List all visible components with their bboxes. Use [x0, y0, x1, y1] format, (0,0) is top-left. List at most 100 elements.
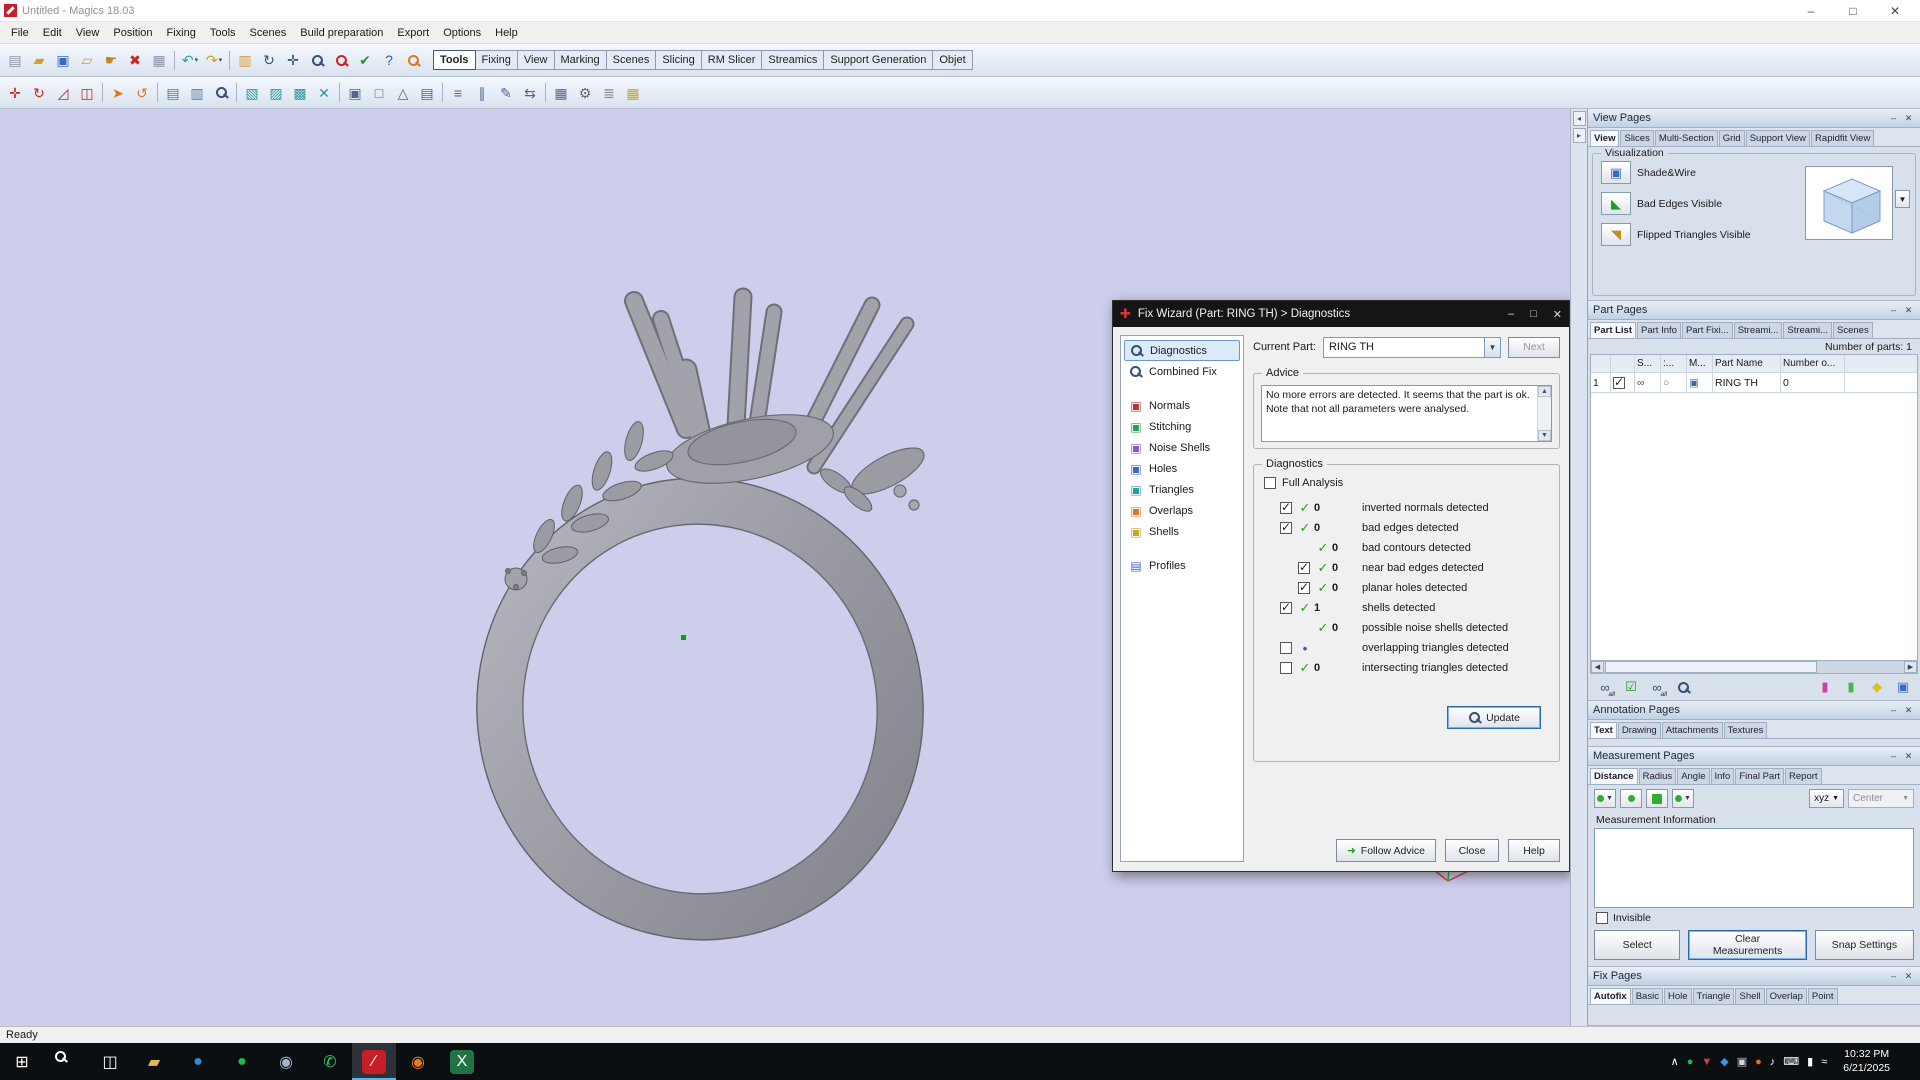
- keyboard-tray-icon[interactable]: ⌨: [1783, 1055, 1799, 1068]
- close-icon[interactable]: ✕: [1902, 971, 1915, 982]
- settings-icon[interactable]: ⚙: [573, 81, 597, 104]
- diagnostic-checkbox[interactable]: [1280, 500, 1292, 514]
- recent-files-icon[interactable]: ▥ ▾: [233, 49, 257, 72]
- menu-item[interactable]: Help: [488, 25, 525, 41]
- ribbon-tab[interactable]: Marking: [554, 50, 607, 70]
- select-parts-icon[interactable]: ☑: [1620, 677, 1642, 697]
- panel-tab[interactable]: Basic: [1631, 988, 1663, 1004]
- panel-tab[interactable]: Report: [1785, 768, 1822, 784]
- remove-part-icon[interactable]: ✖ ▾: [123, 49, 147, 72]
- panel-tab[interactable]: Part List: [1590, 322, 1637, 338]
- copy-part-icon[interactable]: ▤: [161, 81, 185, 104]
- axis-xyz-button[interactable]: xyz ▼: [1809, 789, 1844, 808]
- expand-panel-icon[interactable]: ▸: [1572, 128, 1586, 143]
- ribbon-tab[interactable]: Objet: [933, 50, 973, 70]
- diagnostic-checkbox[interactable]: [1280, 662, 1292, 674]
- update-tray-icon[interactable]: ▼: [1701, 1056, 1712, 1068]
- duplicate-part-icon[interactable]: ▥: [185, 81, 209, 104]
- invisible-checkbox[interactable]: [1596, 912, 1608, 924]
- select-button[interactable]: Select: [1594, 930, 1681, 960]
- diagnostic-checkbox[interactable]: [1298, 560, 1310, 574]
- column-header[interactable]: Part Name: [1713, 355, 1781, 373]
- panel-tab[interactable]: View: [1590, 130, 1620, 146]
- panel-tab[interactable]: Attachments: [1661, 722, 1723, 738]
- pick-part-icon[interactable]: ☛ ▾: [99, 49, 123, 72]
- current-part-select[interactable]: RING TH ▼: [1322, 336, 1501, 358]
- new-part-icon[interactable]: ▤ ▾: [3, 49, 27, 72]
- scroll-down-icon[interactable]: ▼: [1538, 430, 1551, 441]
- wire-mode-icon[interactable]: □: [367, 81, 391, 104]
- update-button[interactable]: Update: [1447, 706, 1541, 729]
- pin-icon[interactable]: –: [1887, 113, 1900, 123]
- menu-item[interactable]: Build preparation: [293, 25, 390, 41]
- section-mode-icon[interactable]: ▤: [415, 81, 439, 104]
- fix-pages-header[interactable]: Fix Pages – ✕: [1588, 967, 1920, 986]
- panel-tab[interactable]: Streami...: [1783, 322, 1833, 338]
- panel-tab[interactable]: Part Info: [1637, 322, 1681, 338]
- close-icon[interactable]: ✕: [1902, 305, 1915, 316]
- wizard-sidebar-item[interactable]: Combined Fix: [1124, 361, 1240, 382]
- machine-icon[interactable]: ▦: [549, 81, 573, 104]
- magics-icon[interactable]: ∕: [352, 1043, 396, 1080]
- cube-shade-icon[interactable]: ▧: [240, 81, 264, 104]
- table-row[interactable]: 1 ∞ ○ ▣ RING TH 0: [1591, 373, 1917, 393]
- compare-icon[interactable]: ⇆: [518, 81, 542, 104]
- measure-icon[interactable]: ∥: [470, 81, 494, 104]
- excel-icon[interactable]: X: [440, 1043, 484, 1080]
- network-tray-icon[interactable]: ≈: [1821, 1056, 1827, 1068]
- orbit-icon[interactable]: ↺: [130, 81, 154, 104]
- close-icon[interactable]: ✕: [1902, 751, 1915, 762]
- pin-icon[interactable]: –: [1887, 705, 1900, 715]
- zoom-box-icon[interactable]: [209, 81, 233, 104]
- menu-item[interactable]: Edit: [36, 25, 69, 41]
- status-parts-icon[interactable]: ▮: [1840, 677, 1862, 697]
- wizard-sidebar-item[interactable]: ▣ Noise Shells: [1124, 437, 1240, 458]
- scroll-up-icon[interactable]: ▲: [1538, 386, 1551, 397]
- glasses-icon[interactable]: ∞: [1635, 373, 1661, 393]
- mirror-part-icon[interactable]: ◫: [75, 81, 99, 104]
- panel-tab[interactable]: Grid: [1718, 130, 1745, 146]
- panel-tab[interactable]: Multi-Section: [1654, 130, 1718, 146]
- close-icon[interactable]: ✕: [1902, 705, 1915, 716]
- panel-tab[interactable]: Text: [1590, 722, 1617, 738]
- flipped-triangles-button[interactable]: ◥: [1601, 223, 1631, 246]
- panel-tab[interactable]: Autofix: [1590, 988, 1631, 1004]
- panel-tab[interactable]: Rapidfit View: [1811, 130, 1875, 146]
- hidden-icons-chevron[interactable]: ∧: [1671, 1055, 1679, 1068]
- wizard-sidebar-item[interactable]: ▣ Shells: [1124, 521, 1240, 542]
- tag-parts-icon[interactable]: ◆: [1866, 677, 1888, 697]
- column-header[interactable]: Number o...: [1781, 355, 1845, 373]
- ribbon-tab[interactable]: Tools: [433, 50, 476, 70]
- ribbon-tab[interactable]: RM Slicer: [701, 50, 763, 70]
- show-all-parts-icon[interactable]: ∞ all: [1594, 677, 1616, 699]
- wizard-sidebar-item[interactable]: ▣ Overlaps: [1124, 500, 1240, 521]
- panel-tab[interactable]: Angle: [1677, 768, 1710, 784]
- view-pages-header[interactable]: View Pages – ✕: [1588, 109, 1920, 128]
- open-file-icon[interactable]: ▰ ▾: [27, 49, 51, 72]
- steam-icon[interactable]: ◉: [264, 1043, 308, 1080]
- rotate-view-icon[interactable]: ↻ ▾: [257, 49, 281, 72]
- confirm-icon[interactable]: ✔ ▾: [353, 49, 377, 72]
- annotate-icon[interactable]: ✎: [494, 81, 518, 104]
- diagnostic-checkbox[interactable]: [1280, 520, 1292, 534]
- wizard-sidebar-item[interactable]: ▣ Triangles: [1124, 479, 1240, 500]
- edge-icon[interactable]: ●: [176, 1043, 220, 1080]
- find-part-icon[interactable]: ▾: [401, 49, 425, 72]
- pan-view-icon[interactable]: ✛ ▾: [281, 49, 305, 72]
- panel-tab[interactable]: Overlap: [1765, 988, 1807, 1004]
- wizard-sidebar-item[interactable]: ▣ Stitching: [1124, 416, 1240, 437]
- close-button[interactable]: ✕: [1874, 0, 1916, 21]
- whatsapp-icon[interactable]: ✆: [308, 1043, 352, 1080]
- menu-item[interactable]: Scenes: [243, 25, 294, 41]
- column-header[interactable]: [1591, 355, 1611, 373]
- ribbon-tab[interactable]: Streamics: [762, 50, 825, 70]
- support-icon[interactable]: ▦: [621, 81, 645, 104]
- ribbon-tab[interactable]: Support Generation: [824, 50, 934, 70]
- scrollbar-thumb[interactable]: [1605, 661, 1817, 673]
- column-header[interactable]: S...: [1635, 355, 1661, 373]
- advice-scrollbar[interactable]: ▲ ▼: [1537, 386, 1551, 441]
- close-icon[interactable]: ✕: [1902, 113, 1915, 124]
- annotation-pages-header[interactable]: Annotation Pages – ✕: [1588, 701, 1920, 720]
- ribbon-tab[interactable]: Scenes: [606, 50, 657, 70]
- cube-remove-icon[interactable]: ✕: [312, 81, 336, 104]
